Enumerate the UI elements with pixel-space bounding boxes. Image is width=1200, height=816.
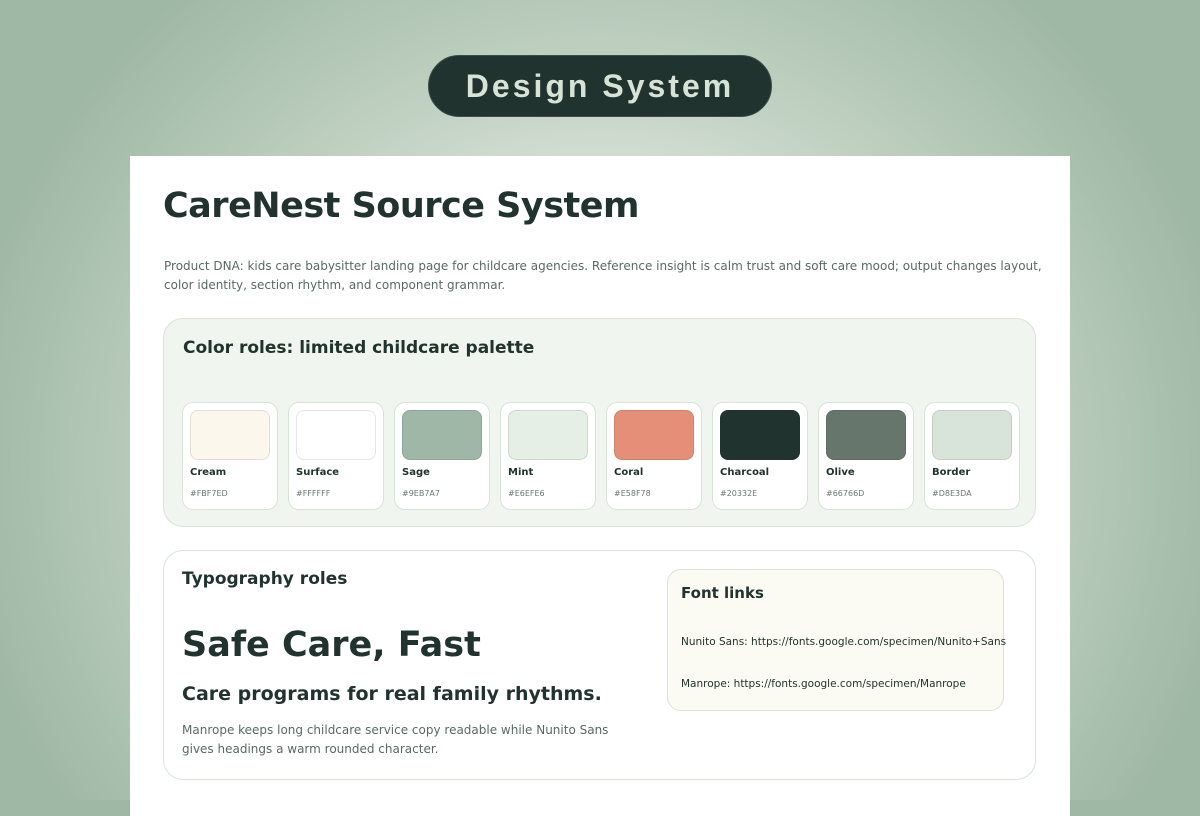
design-system-label: Design System	[465, 67, 735, 104]
swatch-name: Surface	[296, 467, 340, 478]
typography-roles-panel: Typography roles Safe Care, Fast Care pr…	[163, 550, 1036, 780]
swatch-name: Cream	[190, 467, 227, 478]
swatch-chip-olive	[826, 410, 906, 460]
swatch-card-border: Border #D8E3DA	[924, 402, 1020, 510]
font-links-heading: Font links	[681, 584, 764, 602]
swatch-hex: #FBF7ED	[190, 489, 228, 498]
swatch-name: Mint	[508, 467, 534, 478]
swatch-card-charcoal: Charcoal #20332E	[712, 402, 808, 510]
swatch-card-cream: Cream #FBF7ED	[182, 402, 278, 510]
body-type-sample: Manrope keeps long childcare service cop…	[182, 723, 609, 756]
swatch-hex: #66766D	[826, 489, 865, 498]
swatch-hex: #D8E3DA	[932, 489, 972, 498]
swatch-card-coral: Coral #E58F78	[606, 402, 702, 510]
system-card: CareNest Source System Product DNA: kids…	[130, 156, 1070, 816]
font-link-manrope[interactable]: Manrope: https://fonts.google.com/specim…	[681, 678, 966, 690]
page-title: CareNest Source System	[163, 186, 639, 226]
swatch-chip-sage	[402, 410, 482, 460]
swatch-name: Border	[932, 467, 971, 478]
subheading-type-sample: Care programs for real family rhythms.	[182, 683, 602, 705]
swatch-name: Sage	[402, 467, 430, 478]
swatch-hex: #20332E	[720, 489, 758, 498]
swatch-chip-border	[932, 410, 1012, 460]
swatch-list: Cream #FBF7ED Surface #FFFFFF Sage #9EB7…	[182, 402, 1020, 510]
swatch-hex: #E58F78	[614, 489, 651, 498]
design-system-badge: Design System	[428, 55, 772, 117]
swatch-card-sage: Sage #9EB7A7	[394, 402, 490, 510]
swatch-chip-cream	[190, 410, 270, 460]
swatch-card-surface: Surface #FFFFFF	[288, 402, 384, 510]
swatch-name: Olive	[826, 467, 855, 478]
color-roles-panel: Color roles: limited childcare palette C…	[163, 318, 1036, 527]
font-links-card: Font links Nunito Sans: https://fonts.go…	[667, 569, 1006, 711]
font-link-nunito-sans[interactable]: Nunito Sans: https://fonts.google.com/sp…	[681, 636, 1006, 648]
swatch-hex: #9EB7A7	[402, 489, 440, 498]
swatch-chip-coral	[614, 410, 694, 460]
swatch-hex: #E6EFE6	[508, 489, 545, 498]
swatch-name: Coral	[614, 467, 644, 478]
swatch-card-olive: Olive #66766D	[818, 402, 914, 510]
swatch-chip-mint	[508, 410, 588, 460]
swatch-name: Charcoal	[720, 467, 770, 478]
swatch-chip-surface	[296, 410, 376, 460]
swatch-chip-charcoal	[720, 410, 800, 460]
typography-roles-heading: Typography roles	[182, 569, 348, 589]
display-type-sample: Safe Care, Fast	[182, 625, 481, 665]
swatch-hex: #FFFFFF	[296, 489, 331, 498]
swatch-card-mint: Mint #E6EFE6	[500, 402, 596, 510]
color-roles-heading: Color roles: limited childcare palette	[183, 338, 535, 358]
product-description: Product DNA: kids care babysitter landin…	[164, 259, 1042, 292]
